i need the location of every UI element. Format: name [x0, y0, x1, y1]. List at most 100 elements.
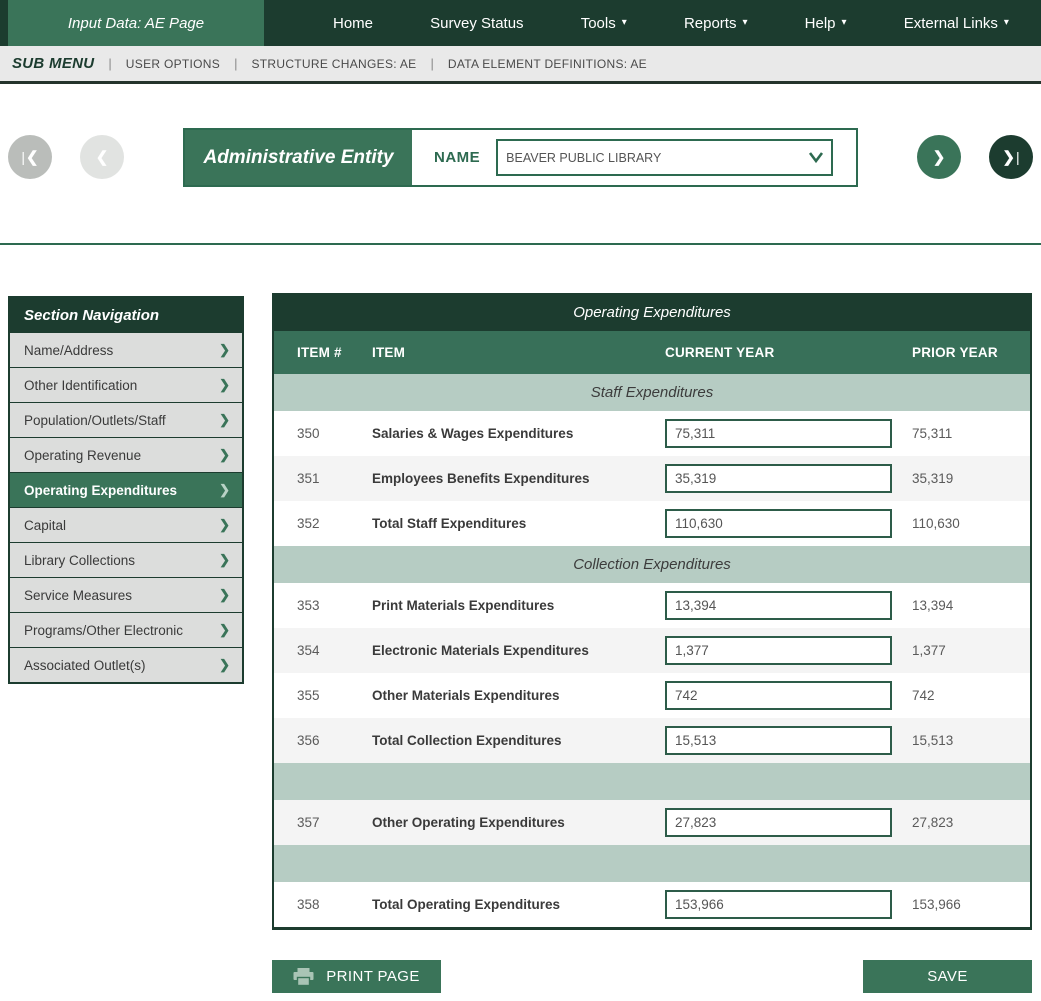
submenu-item-structure-changes[interactable]: STRUCTURE CHANGES: AE [251, 57, 416, 71]
sidebar-item-other-identification[interactable]: Other Identification❯ [10, 367, 242, 402]
sidebar-items: Name/Address❯Other Identification❯Popula… [10, 332, 242, 682]
table-header-row: ITEM # ITEM CURRENT YEAR PRIOR YEAR [274, 331, 1030, 374]
entity-type-label: Administrative Entity [185, 130, 412, 185]
table-row: 352Total Staff Expenditures110,630 [274, 501, 1030, 546]
sidebar-item-capital[interactable]: Capital ❯ [10, 507, 242, 542]
print-page-button[interactable]: PRINT PAGE [272, 960, 441, 993]
item-number: 353 [274, 598, 372, 613]
first-entity-button[interactable]: |❮ [8, 135, 52, 179]
sidebar-item-label: Operating Revenue [24, 448, 141, 463]
item-number: 351 [274, 471, 372, 486]
item-name: Other Operating Expenditures [372, 815, 665, 830]
sidebar-item-label: Population/Outlets/Staff [24, 413, 166, 428]
section-navigation-header: Section Navigation [10, 298, 242, 332]
chevron-left-icon: ❮ [96, 148, 109, 166]
current-year-input[interactable] [665, 890, 892, 919]
nav-item-label: Tools [581, 15, 616, 32]
nav-item-survey-status[interactable]: Survey Status [430, 15, 523, 32]
table-row: 354Electronic Materials Expenditures1,37… [274, 628, 1030, 673]
submenu-item-data-element-definitions[interactable]: DATA ELEMENT DEFINITIONS: AE [448, 57, 647, 71]
item-name: Other Materials Expenditures [372, 688, 665, 703]
nav-item-home[interactable]: Home [333, 15, 373, 32]
nav-item-reports[interactable]: Reports▾ [684, 15, 748, 32]
sidebar-item-label: Programs/Other Electronic [24, 623, 183, 638]
chevron-right-icon: ❯ [219, 622, 230, 638]
sidebar-item-name-address[interactable]: Name/Address❯ [10, 332, 242, 367]
current-year-cell [665, 890, 912, 919]
separator: | [108, 56, 111, 71]
previous-entity-button[interactable]: ❮ [80, 135, 124, 179]
prior-year-value: 27,823 [912, 815, 1030, 830]
item-name: Salaries & Wages Expenditures [372, 426, 665, 441]
entity-selector-bar: Administrative Entity NAME BEAVER PUBLIC… [183, 128, 858, 187]
nav-item-tools[interactable]: Tools ▾ [581, 15, 627, 32]
operating-expenditures-table: Operating Expenditures ITEM # ITEM CURRE… [272, 293, 1032, 930]
caret-down-icon: ▾ [622, 18, 627, 28]
column-header-current-year: CURRENT YEAR [665, 345, 912, 360]
chevron-right-icon: ❯ [219, 377, 230, 393]
caret-down-icon: ▾ [842, 18, 847, 28]
sidebar-item-service-measures[interactable]: Service Measures ❯ [10, 577, 242, 612]
active-page-tab[interactable]: Input Data: AE Page [8, 0, 264, 46]
current-year-input[interactable] [665, 509, 892, 538]
item-name: Print Materials Expenditures [372, 598, 665, 613]
active-page-tab-label: Input Data: AE Page [68, 15, 204, 32]
table-row: 350Salaries & Wages Expenditures75,311 [274, 411, 1030, 456]
sidebar-item-population-outlets-staff[interactable]: Population/Outlets/Staff ❯ [10, 402, 242, 437]
current-year-input[interactable] [665, 419, 892, 448]
item-number: 352 [274, 516, 372, 531]
item-number: 356 [274, 733, 372, 748]
entity-name-select[interactable]: BEAVER PUBLIC LIBRARY [496, 139, 833, 176]
section-navigation: Section Navigation Name/Address❯Other Id… [8, 296, 244, 684]
chevron-right-icon: ❯ [219, 412, 230, 428]
entity-select-wrap: BEAVER PUBLIC LIBRARY [496, 139, 833, 176]
nav-item-help[interactable]: Help ▾ [805, 15, 847, 32]
spacer-row [274, 845, 1030, 882]
sidebar-item-label: Name/Address [24, 343, 113, 358]
current-year-input[interactable] [665, 591, 892, 620]
prior-year-value: 153,966 [912, 897, 1030, 912]
item-number: 357 [274, 815, 372, 830]
current-year-input[interactable] [665, 726, 892, 755]
next-entity-button[interactable]: ❯ [917, 135, 961, 179]
sidebar-item-label: Capital [24, 518, 66, 533]
item-name: Total Staff Expenditures [372, 516, 665, 531]
current-year-cell [665, 636, 912, 665]
table-row: 353Print Materials Expenditures13,394 [274, 583, 1030, 628]
sidebar-item-operating-expenditures[interactable]: Operating Expenditures ❯ [10, 472, 242, 507]
sidebar-item-associated-outlet-s-[interactable]: Associated Outlet(s)❯ [10, 647, 242, 682]
chevron-right-icon: ❯ [219, 587, 230, 603]
current-year-cell [665, 464, 912, 493]
current-year-input[interactable] [665, 808, 892, 837]
table-title: Operating Expenditures [272, 293, 1032, 331]
chevron-right-icon: ❯ [219, 482, 230, 498]
prior-year-value: 75,311 [912, 426, 1030, 441]
topnav-links: Home Survey Status Tools ▾ Reports▾ Help ▾ Exte… [333, 0, 1009, 46]
submenu-item-user-options[interactable]: USER OPTIONS [126, 57, 220, 71]
nav-item-label: Home [333, 15, 373, 32]
divider-rule [0, 243, 1041, 245]
save-button[interactable]: SAVE [863, 960, 1032, 993]
current-year-input[interactable] [665, 636, 892, 665]
current-year-cell [665, 509, 912, 538]
nav-item-label: Survey Status [430, 15, 523, 32]
sidebar-item-label: Service Measures [24, 588, 132, 603]
sidebar-item-label: Operating Expenditures [24, 483, 177, 498]
current-year-input[interactable] [665, 681, 892, 710]
sidebar-item-operating-revenue[interactable]: Operating Revenue❯ [10, 437, 242, 472]
sidebar-item-library-collections[interactable]: Library Collections❯ [10, 542, 242, 577]
sub-menu-bar: SUB MENU | USER OPTIONS | STRUCTURE CHAN… [0, 46, 1041, 84]
separator: | [234, 56, 237, 71]
print-page-label: PRINT PAGE [326, 968, 419, 985]
sidebar-item-programs-other-electronic[interactable]: Programs/Other Electronic ❯ [10, 612, 242, 647]
spacer-row [274, 763, 1030, 800]
current-year-input[interactable] [665, 464, 892, 493]
current-year-cell [665, 808, 912, 837]
chevron-right-icon: ❯ [219, 517, 230, 533]
nav-item-label: Help [805, 15, 836, 32]
last-entity-button[interactable]: ❯| [989, 135, 1033, 179]
nav-item-external-links[interactable]: External Links▾ [904, 15, 1009, 32]
current-year-cell [665, 681, 912, 710]
table-row: 356Total Collection Expenditures15,513 [274, 718, 1030, 763]
column-header-prior-year: PRIOR YEAR [912, 345, 1030, 360]
